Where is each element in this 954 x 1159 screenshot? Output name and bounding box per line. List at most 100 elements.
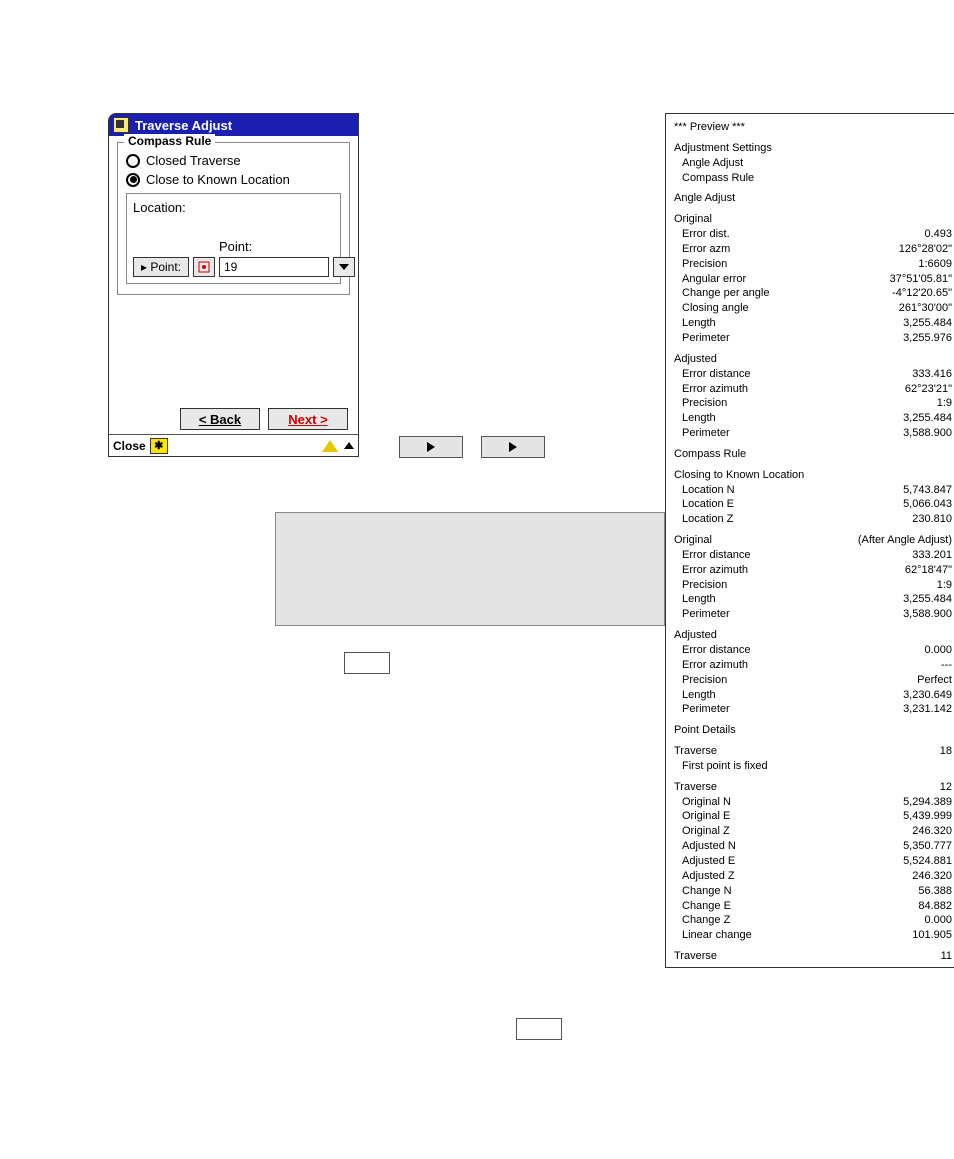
kv-key: Length — [682, 592, 716, 607]
setting-line: Angle Adjust — [674, 156, 952, 171]
star-icon: ✱ — [154, 439, 163, 452]
kv-value: 56.388 — [918, 884, 952, 899]
kv-key: Length — [682, 688, 716, 703]
kv-key: Change E — [682, 899, 731, 914]
trav-value: 11 — [941, 949, 952, 964]
next-button[interactable]: Next > — [268, 408, 348, 430]
kv-value: 84.882 — [918, 899, 952, 914]
preview-header: *** Preview *** — [674, 120, 952, 135]
kv-key: Error distance — [682, 548, 750, 563]
location-box: Location: ▸ Point: — [126, 193, 341, 284]
section-title: Angle Adjust — [674, 191, 952, 206]
trav-note: First point is fixed — [674, 759, 952, 774]
dialog-title: Traverse Adjust — [135, 118, 232, 133]
kv-key: Location Z — [682, 512, 733, 527]
kv-key: Precision — [682, 578, 727, 593]
location-label: Location: — [133, 200, 334, 215]
kv-value: 3,588.900 — [903, 607, 952, 622]
close-button[interactable]: Close — [113, 439, 146, 453]
kv-key: Closing angle — [682, 301, 749, 316]
warning-icon[interactable] — [322, 440, 338, 452]
trav-label: Traverse — [674, 744, 717, 759]
kv-value: 333.416 — [912, 367, 952, 382]
kv-row: Change E 84.882 — [674, 899, 952, 914]
kv-value: 3,231.142 — [903, 702, 952, 717]
kv-value: 0.000 — [924, 913, 952, 928]
small-button-2[interactable] — [516, 1018, 562, 1040]
traverse-adjust-dialog: Traverse Adjust Compass Rule Closed Trav… — [108, 113, 359, 457]
kv-value: --- — [941, 658, 952, 673]
kv-key: Precision — [682, 673, 727, 688]
kv-value: 333.201 — [912, 548, 952, 563]
kv-key: Original N — [682, 795, 731, 810]
kv-value: 3,255.484 — [903, 592, 952, 607]
small-button-1[interactable] — [344, 652, 390, 674]
kv-value: 261°30'00" — [899, 301, 952, 316]
kv-row: Location E5,066.043 — [674, 497, 952, 512]
kv-key: Adjusted N — [682, 839, 736, 854]
play-button-2[interactable] — [481, 436, 545, 458]
play-icon — [509, 442, 517, 452]
kv-row: Length3,255.484 — [674, 411, 952, 426]
kv-row: Length 3,255.484 — [674, 316, 952, 331]
section-title: Compass Rule — [674, 447, 952, 462]
kv-row: Adjusted N 5,350.777 — [674, 839, 952, 854]
kv-key: Error azimuth — [682, 382, 748, 397]
kv-row: PrecisionPerfect — [674, 673, 952, 688]
kv-value: 101.905 — [912, 928, 952, 943]
kv-value: 3,255.484 — [903, 316, 952, 331]
kv-row: Adjusted Z246.320 — [674, 869, 952, 884]
play-button-1[interactable] — [399, 436, 463, 458]
kv-key: Error azimuth — [682, 563, 748, 578]
kv-key: Error distance — [682, 643, 750, 658]
kv-key: Precision — [682, 396, 727, 411]
subsection-title: Closing to Known Location — [674, 468, 952, 483]
kv-value: 5,350.777 — [903, 839, 952, 854]
radio-closed-traverse[interactable]: Closed Traverse — [126, 153, 341, 168]
kv-row: Error distance 333.416 — [674, 367, 952, 382]
kv-row: Change Z0.000 — [674, 913, 952, 928]
section-title: Point Details — [674, 723, 952, 738]
kv-key: Error distance — [682, 367, 750, 382]
kv-value: 126°28'02" — [899, 242, 952, 257]
kv-row: Length 3,255.484 — [674, 592, 952, 607]
kv-value: 230.810 — [912, 512, 952, 527]
kv-row: Precision1:6609 — [674, 257, 952, 272]
kv-key: Adjusted E — [682, 854, 735, 869]
titlebar[interactable]: Traverse Adjust — [109, 114, 358, 136]
preview-report: *** Preview *** Adjustment Settings Angl… — [665, 113, 954, 968]
kv-key: Length — [682, 316, 716, 331]
radio-label: Closed Traverse — [146, 153, 241, 168]
radio-close-known-location[interactable]: Close to Known Location — [126, 172, 341, 187]
kv-key: Angular error — [682, 272, 746, 287]
kv-value: 246.320 — [912, 869, 952, 884]
kv-key: Error azimuth — [682, 658, 748, 673]
kv-key: Change N — [682, 884, 732, 899]
kv-value: 5,294.389 — [903, 795, 952, 810]
kv-value: 1:6609 — [918, 257, 952, 272]
kv-value: 5,743.847 — [903, 483, 952, 498]
kv-row: Length 3,230.649 — [674, 688, 952, 703]
app-icon — [113, 117, 129, 133]
point-type-button[interactable]: ▸ Point: — [133, 257, 189, 277]
kv-value: 5,524.881 — [903, 854, 952, 869]
subsection-title: Original — [674, 533, 712, 548]
kv-key: Length — [682, 411, 716, 426]
kv-row: Location Z 230.810 — [674, 512, 952, 527]
kv-value: 1:9 — [937, 396, 952, 411]
favorites-button[interactable]: ✱ — [150, 438, 168, 454]
kv-value: 0.000 — [924, 643, 952, 658]
kv-key: Error azm — [682, 242, 730, 257]
collapse-up-icon[interactable] — [344, 442, 354, 449]
point-value-input[interactable]: 19 — [219, 257, 329, 277]
kv-value: 3,230.649 — [903, 688, 952, 703]
section-title: Adjustment Settings — [674, 141, 952, 156]
kv-row: Angular error37°51'05.81" — [674, 272, 952, 287]
back-button[interactable]: < Back — [180, 408, 260, 430]
kv-value: 3,588.900 — [903, 426, 952, 441]
kv-row: Change N 56.388 — [674, 884, 952, 899]
kv-row: Perimeter3,588.900 — [674, 607, 952, 622]
pick-point-button[interactable] — [193, 257, 215, 277]
kv-row: Adjusted E 5,524.881 — [674, 854, 952, 869]
point-dropdown-button[interactable] — [333, 257, 355, 277]
